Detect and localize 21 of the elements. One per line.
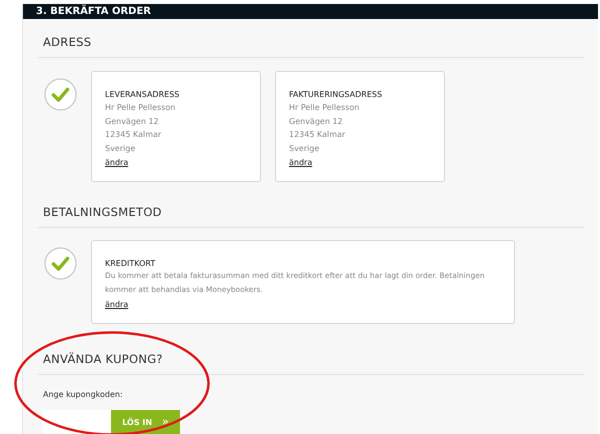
card-title: LEVERANSADRESS	[105, 89, 180, 101]
section-heading: ADRESS	[43, 35, 92, 49]
address-line: Hr Pelle Pellesson	[105, 102, 176, 114]
change-link[interactable]: ändra	[105, 299, 128, 311]
section-title: 3. BEKRÄFTA ORDER	[36, 4, 152, 19]
address-line: 12345 Kalmar	[289, 129, 346, 141]
section-heading: ANVÄNDA KUPONG?	[43, 352, 163, 366]
coupon-label: Ange kupongkoden:	[43, 389, 124, 401]
address-line: Genvägen 12	[105, 116, 160, 128]
chevrons-icon: »	[162, 414, 169, 431]
address-line: Sverige	[105, 142, 136, 155]
address-line: Hr Pelle Pellesson	[289, 102, 360, 114]
card-title: FAKTURERINGSADRESS	[289, 89, 384, 101]
address-line: Genvägen 12	[289, 116, 344, 128]
address-line: Sverige	[289, 142, 320, 155]
coupon-input[interactable]	[43, 410, 111, 434]
address-line: 12345 Kalmar	[105, 129, 162, 141]
card-title: KREDITKORT	[105, 258, 156, 269]
section-heading: BETALNINGSMETOD	[43, 205, 162, 219]
change-link[interactable]: ändra	[105, 157, 128, 169]
change-link[interactable]: ändra	[289, 157, 312, 169]
